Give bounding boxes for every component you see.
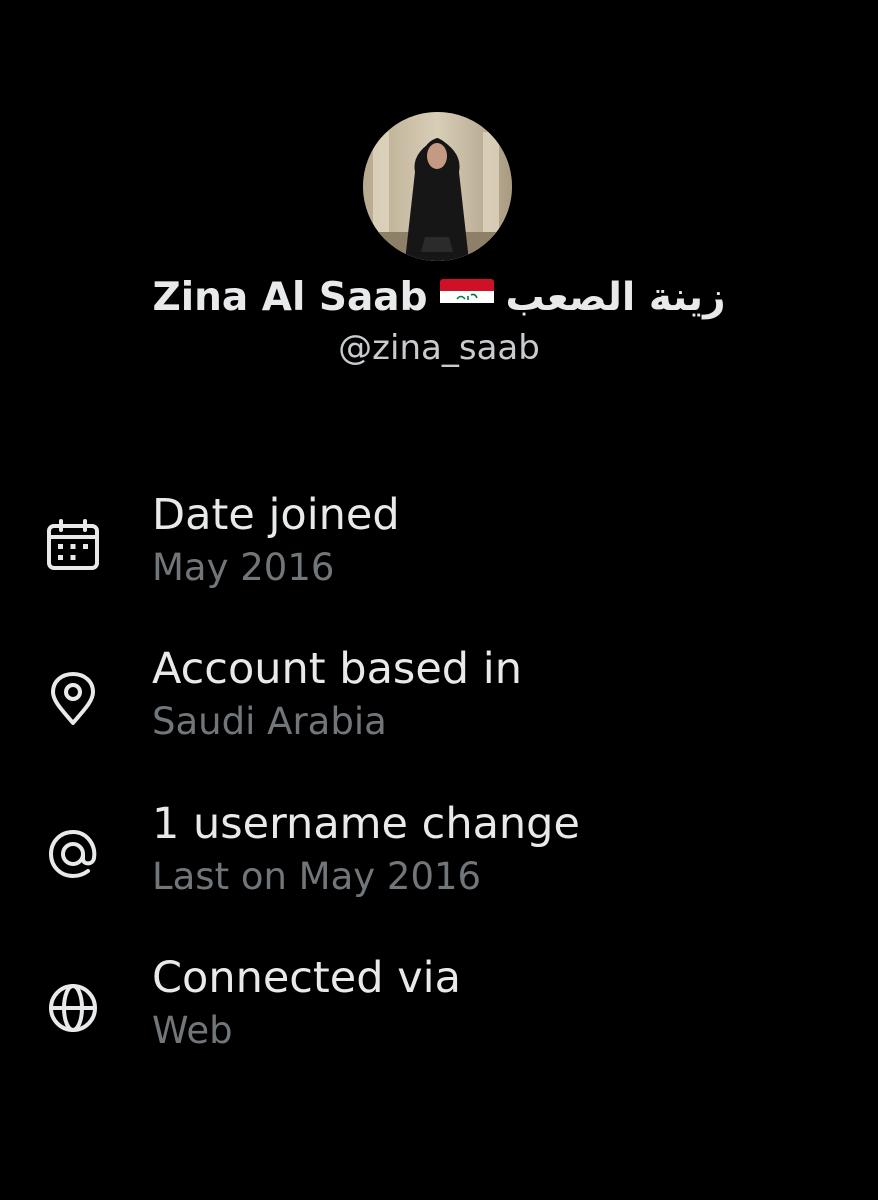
about-value: May 2016 bbox=[152, 546, 335, 589]
about-label: Connected via bbox=[152, 953, 461, 1003]
about-value: Last on May 2016 bbox=[152, 855, 482, 898]
about-row-connected-via: Connected via Web bbox=[0, 953, 878, 1069]
iraq-flag-icon bbox=[439, 279, 494, 315]
about-label: Account based in bbox=[152, 644, 522, 694]
profile-handle[interactable]: @zina_saab bbox=[0, 328, 878, 368]
about-row-date-joined: Date joined May 2016 bbox=[0, 490, 878, 606]
about-value: Saudi Arabia bbox=[152, 700, 387, 743]
about-row-account-based-in: Account based in Saudi Arabia bbox=[0, 644, 878, 760]
about-value: Web bbox=[152, 1009, 233, 1052]
calendar-icon bbox=[44, 516, 102, 574]
location-pin-icon bbox=[44, 670, 102, 728]
globe-icon bbox=[44, 979, 102, 1037]
display-name-arabic: زينة الصعب bbox=[505, 274, 726, 320]
about-row-username-change: 1 username change Last on May 2016 bbox=[0, 799, 878, 915]
profile-avatar[interactable] bbox=[363, 112, 512, 261]
about-label: 1 username change bbox=[152, 799, 580, 849]
display-name: Zina Al Saab bbox=[152, 274, 428, 320]
profile-name-row: Zina Al Saab زينة الصعب bbox=[0, 268, 878, 326]
about-label: Date joined bbox=[152, 490, 400, 540]
avatar-photo bbox=[363, 112, 512, 261]
at-sign-icon bbox=[44, 825, 102, 883]
